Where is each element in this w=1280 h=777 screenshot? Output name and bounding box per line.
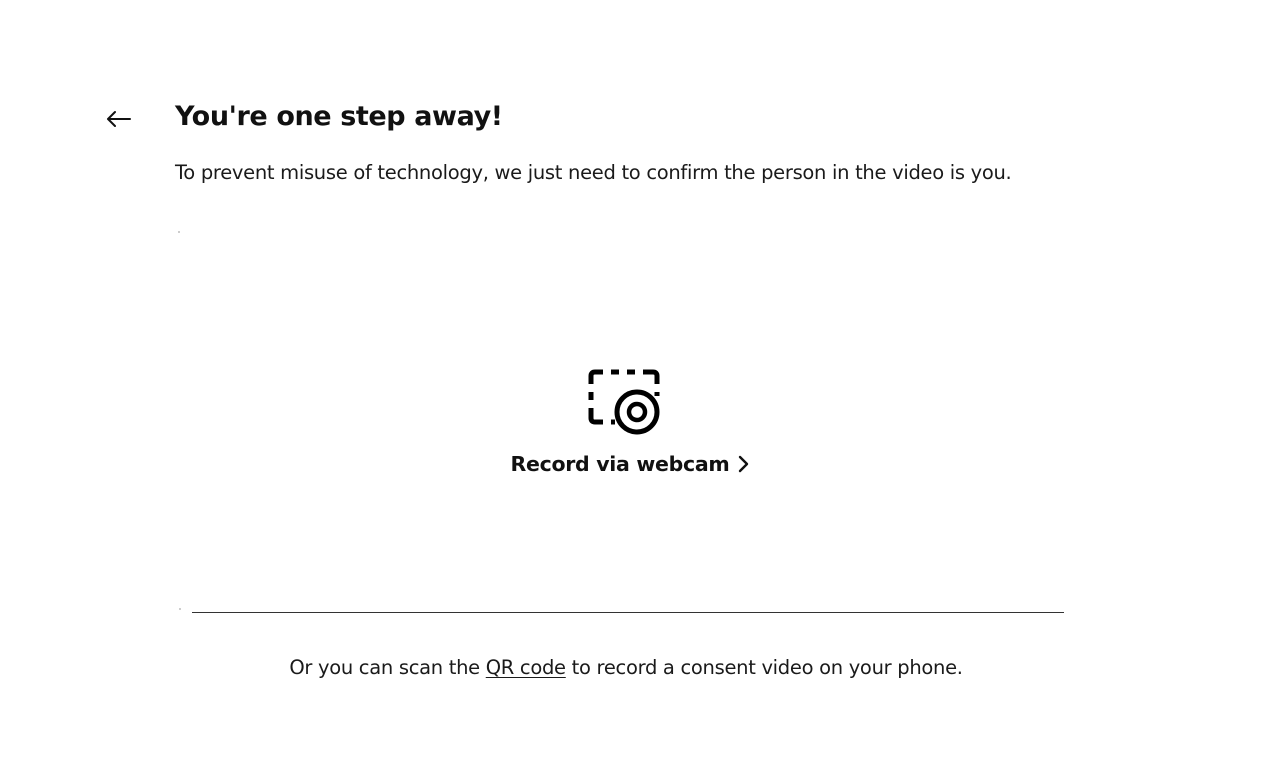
section-divider [192,612,1064,613]
qr-text-after: to record a consent video on your phone. [565,656,963,679]
decorative-dot [178,231,180,233]
record-via-webcam-button[interactable]: Record via webcam [490,360,770,490]
decorative-dot [179,608,181,610]
page-title: You're one step away! [175,101,503,132]
webcam-label-row: Record via webcam [490,452,770,476]
qr-text-before: Or you can scan the [289,656,486,679]
back-button[interactable] [100,104,136,134]
chevron-right-icon [739,455,749,473]
qr-instructions: Or you can scan the QR code to record a … [0,656,1252,679]
page-subtitle: To prevent misuse of technology, we just… [175,161,1012,184]
record-via-webcam-label: Record via webcam [510,452,730,476]
consent-page: You're one step away! To prevent misuse … [0,0,1280,777]
arrow-left-icon [107,111,131,127]
qr-code-link[interactable]: QR code [486,656,566,679]
webcam-record-icon [588,369,660,435]
